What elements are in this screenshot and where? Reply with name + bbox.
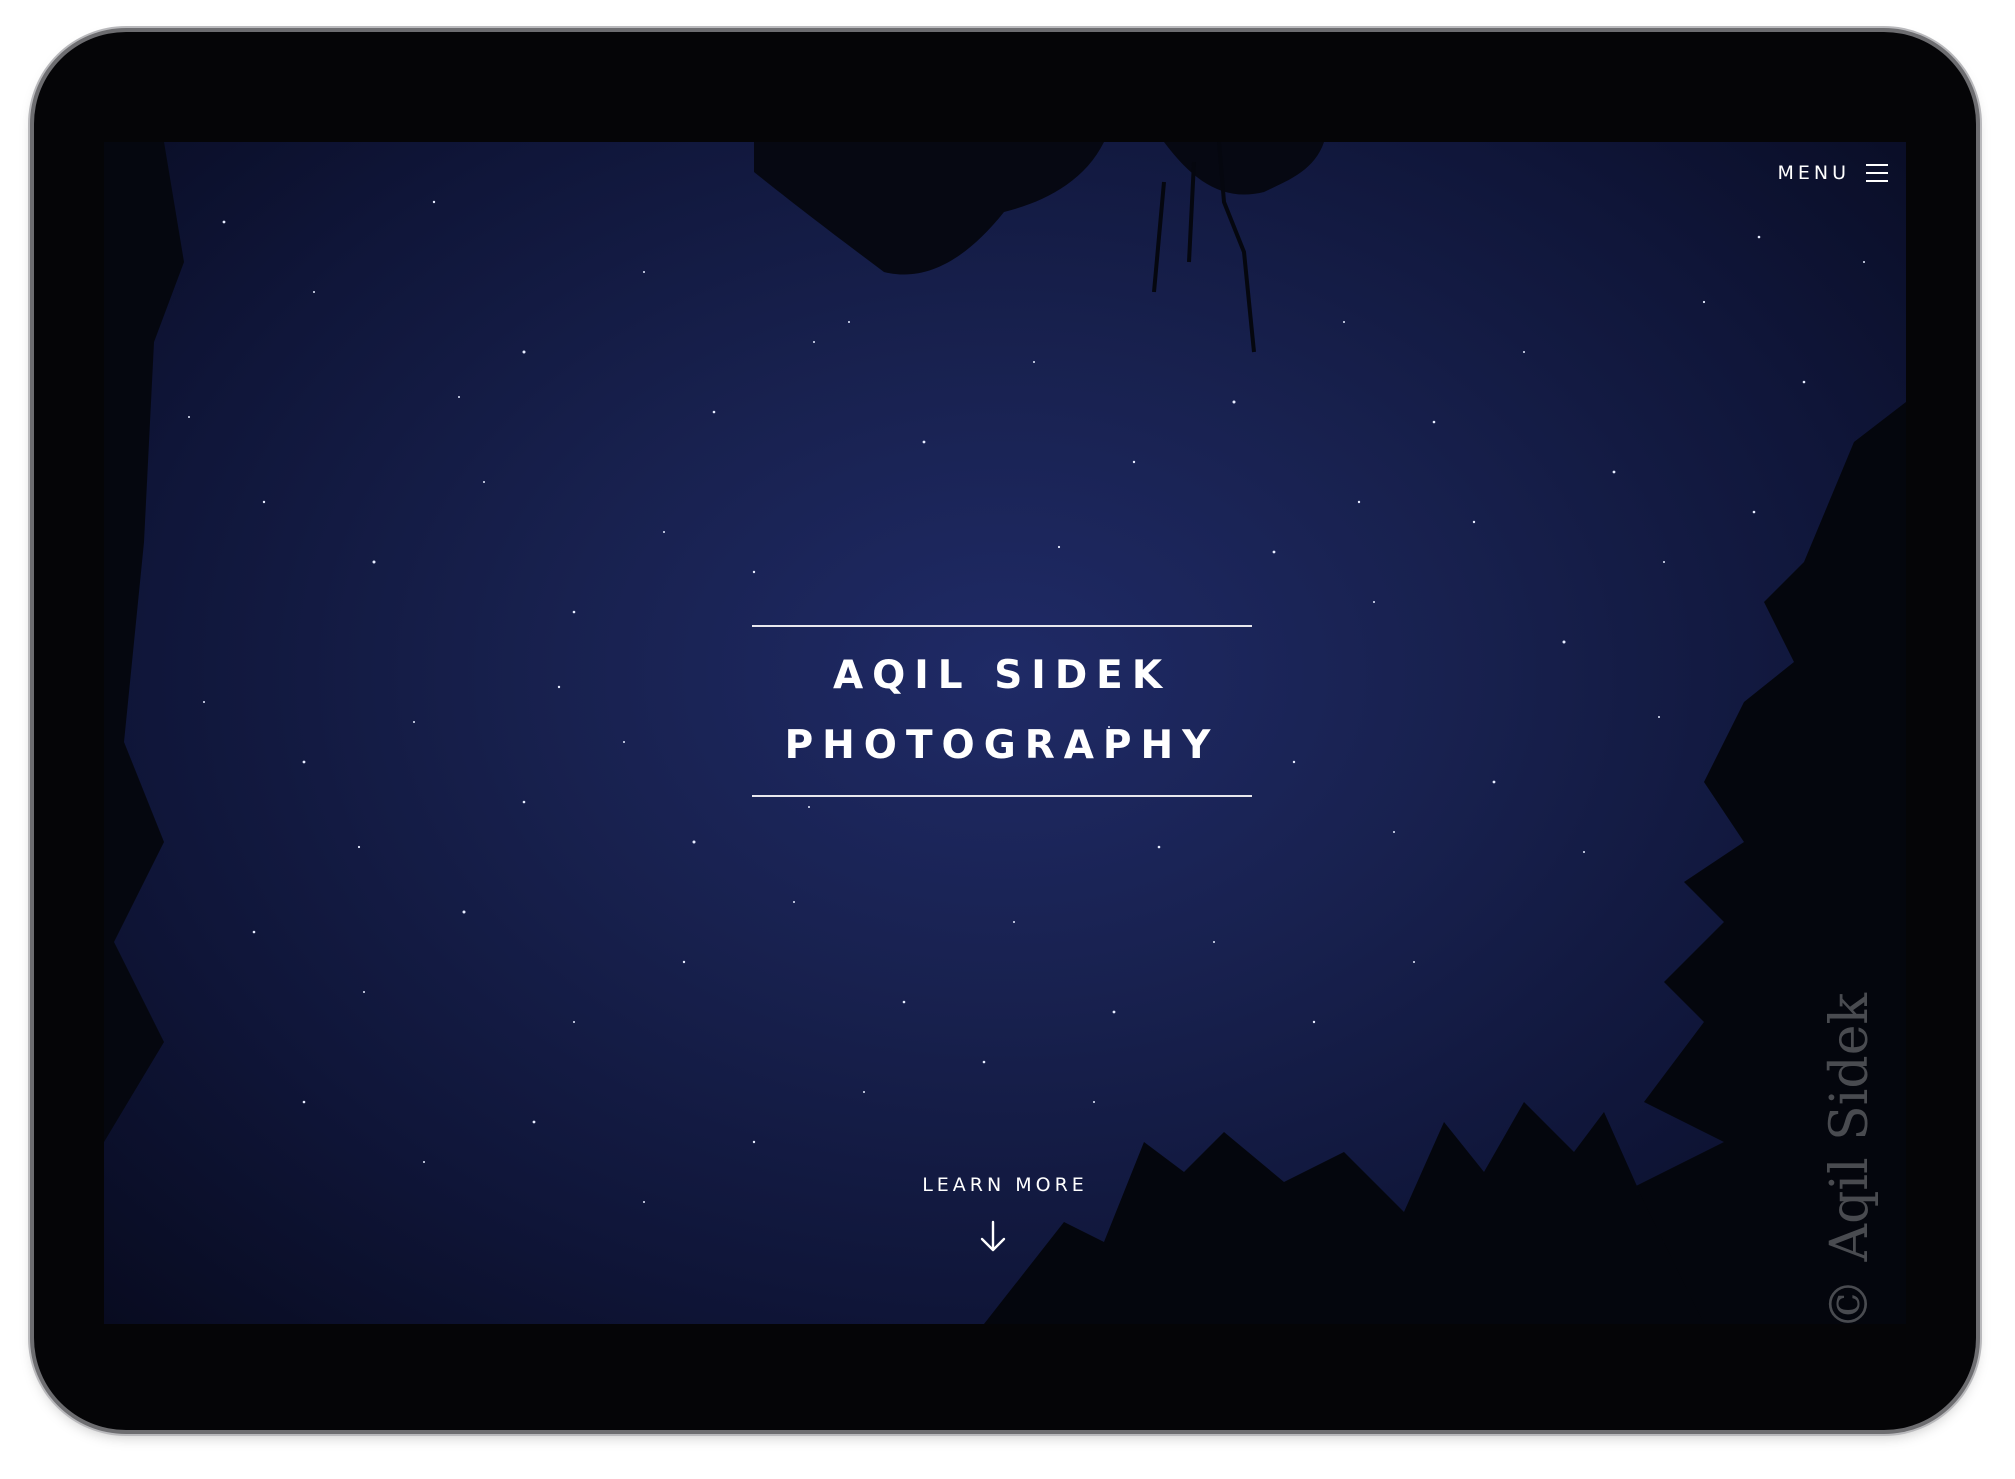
copyright-watermark: © Aqil Sidek bbox=[1820, 993, 1880, 1330]
hamburger-icon bbox=[1866, 164, 1888, 182]
learn-more-link[interactable]: LEARN MORE bbox=[104, 1174, 1906, 1196]
site-title-line1: AQIL SIDEK bbox=[832, 653, 1172, 698]
arrow-down-icon[interactable] bbox=[977, 1220, 1009, 1254]
tree-silhouette-top bbox=[754, 142, 1324, 275]
site-title: AQIL SIDEK PHOTOGRAPHY bbox=[752, 625, 1252, 797]
site-title-line2: PHOTOGRAPHY bbox=[784, 723, 1220, 768]
menu-button[interactable]: MENU bbox=[1777, 162, 1888, 184]
menu-label: MENU bbox=[1777, 162, 1850, 184]
tree-silhouette-left bbox=[104, 142, 184, 1142]
hero-screen: MENU AQIL SIDEK PHOTOGRAPHY LEARN MORE bbox=[104, 142, 1906, 1324]
tree-silhouette-bottom bbox=[984, 1102, 1704, 1324]
